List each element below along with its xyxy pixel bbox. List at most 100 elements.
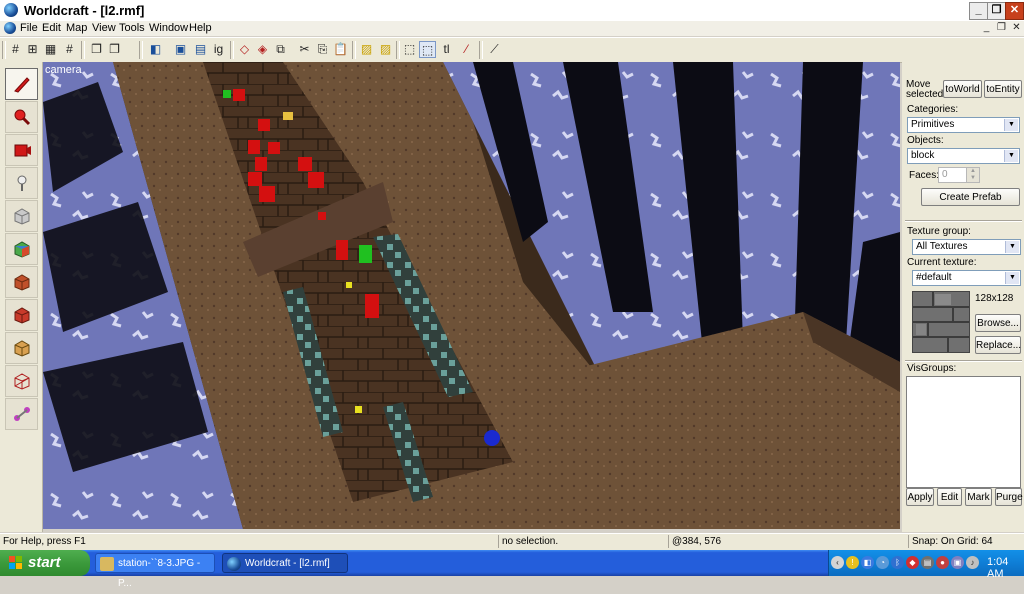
check-problems-icon[interactable]: ◧: [147, 41, 164, 58]
current-texture-dropdown[interactable]: #default ▼: [912, 270, 1021, 286]
texture-preview: [912, 291, 970, 353]
vertex-manipulation-tool[interactable]: [5, 398, 38, 430]
network-icon[interactable]: ◧: [861, 556, 874, 569]
visgroups-label: VisGroups:: [907, 363, 957, 374]
minimize-button[interactable]: _: [969, 2, 988, 20]
taskbar-item-paint[interactable]: station-``8-3.JPG - P...: [95, 553, 215, 589]
toolbar-ig-label[interactable]: ig: [210, 41, 227, 58]
entity-pin-icon: [17, 175, 26, 191]
paste-icon[interactable]: 📋: [332, 41, 349, 58]
categories-label: Categories:: [907, 104, 959, 115]
to-entity-button[interactable]: toEntity: [984, 80, 1022, 98]
group-icon[interactable]: ◇: [236, 41, 253, 58]
security-shield-icon[interactable]: !: [846, 556, 859, 569]
tool-palette: [0, 62, 43, 532]
grid-larger-icon[interactable]: #: [61, 41, 78, 58]
menu-map[interactable]: Map: [66, 22, 87, 34]
menu-tools[interactable]: Tools: [119, 22, 145, 34]
hide-objects-icon[interactable]: ⧉: [272, 41, 289, 58]
move-selected-label-2: selected:: [906, 89, 947, 100]
taskbar: start station-``8-3.JPG - P... Worldcraf…: [0, 550, 1024, 589]
mdi-close-button[interactable]: ✕: [1010, 22, 1023, 34]
create-prefab-button[interactable]: Create Prefab: [921, 188, 1020, 206]
selection-tool[interactable]: [5, 68, 38, 100]
antivirus-icon[interactable]: ◔: [876, 556, 889, 569]
printer-icon[interactable]: ▤: [921, 556, 934, 569]
taskbar-item-worldcraft[interactable]: Worldcraft - [l2.rmf]: [222, 553, 348, 573]
selection-arrow-icon: [13, 77, 30, 93]
menu-help[interactable]: Help: [189, 22, 212, 34]
clock[interactable]: 1:04 AM: [987, 556, 1024, 580]
categories-dropdown[interactable]: Primitives ▼: [907, 117, 1020, 133]
media-icon[interactable]: ●: [936, 556, 949, 569]
current-texture-label: Current texture:: [907, 257, 977, 268]
visgroups-list[interactable]: [906, 376, 1021, 488]
document-icon[interactable]: [4, 22, 16, 34]
mark-button[interactable]: Mark: [965, 488, 992, 506]
map-info-icon[interactable]: ▤: [192, 41, 209, 58]
windows-cascade-icon[interactable]: ❐: [88, 41, 105, 58]
replace-button[interactable]: Replace...: [975, 336, 1021, 354]
current-texture-value: #default: [916, 272, 952, 283]
decal-tool[interactable]: [5, 332, 38, 364]
windows-tile-icon[interactable]: ❐: [106, 41, 123, 58]
menu-window[interactable]: Window: [149, 22, 188, 34]
texture-lock-icon[interactable]: ⬚: [401, 41, 418, 58]
decal-cube-icon: [14, 340, 29, 357]
block-tool[interactable]: [5, 200, 38, 232]
menu-edit[interactable]: Edit: [42, 22, 61, 34]
viewport-camera-label: camera: [45, 64, 82, 76]
texture-cube-icon: [14, 274, 29, 291]
magnify-tool[interactable]: [5, 101, 38, 133]
replace-texture-tool[interactable]: [5, 299, 38, 331]
transform-icon[interactable]: ⟋: [486, 41, 503, 58]
status-bar: For Help, press F1 no selection. @384, 5…: [0, 533, 1024, 550]
purge-button[interactable]: Purge: [995, 488, 1023, 506]
tray-expand-icon[interactable]: ‹: [831, 556, 844, 569]
grid-smaller-icon[interactable]: ▦: [42, 41, 59, 58]
toolbar: # ⊞ ▦ # ❐ ❐ ◧ ▣ ▤ ig ◇ ◈ ⧉ ✂ ⎘ 📋 ▨ ▨ ⬚ ⬚…: [0, 37, 1024, 63]
camera-tool[interactable]: [5, 134, 38, 166]
menu-file[interactable]: File: [20, 22, 38, 34]
browse-button[interactable]: Browse...: [975, 314, 1021, 332]
close-button[interactable]: ✕: [1005, 2, 1024, 20]
volume-icon[interactable]: ♪: [966, 556, 979, 569]
faces-spinner[interactable]: ▲ ▼: [966, 167, 980, 183]
apply-texture-tool[interactable]: [5, 266, 38, 298]
shield-icon[interactable]: ◆: [906, 556, 919, 569]
to-world-button[interactable]: toWorld: [943, 80, 982, 98]
magnify-icon: [14, 109, 30, 126]
menu-view[interactable]: View: [92, 22, 116, 34]
entity-tool[interactable]: [5, 167, 38, 199]
system-tray: ‹ ! ◧ ◔ ᛒ ◆ ▤ ● ▣ ♪ 1:04 AM: [828, 550, 1024, 580]
carve-icon[interactable]: ▨: [358, 41, 375, 58]
restore-button[interactable]: ❐: [987, 2, 1006, 20]
hollow-icon[interactable]: ▨: [377, 41, 394, 58]
entity-icon[interactable]: ⁄: [458, 41, 475, 58]
texture-group-dropdown[interactable]: All Textures ▼: [912, 239, 1021, 255]
worldcraft-app-icon[interactable]: [4, 3, 18, 17]
objects-dropdown[interactable]: block ▼: [907, 148, 1020, 164]
faces-label: Faces:: [909, 170, 940, 181]
grid-3d-icon[interactable]: ⊞: [24, 41, 41, 58]
ungroup-icon[interactable]: ◈: [254, 41, 271, 58]
mdi-restore-button[interactable]: ❐: [995, 22, 1008, 34]
clipping-tool[interactable]: [5, 365, 38, 397]
camera-viewport[interactable]: camera: [43, 62, 900, 529]
selection-box-icon[interactable]: ⬚: [419, 41, 436, 58]
objects-label: Objects:: [907, 135, 944, 146]
bluetooth-icon[interactable]: ᛒ: [891, 556, 904, 569]
texture-group-label: Texture group:: [907, 226, 971, 237]
mdi-minimize-button[interactable]: _: [980, 22, 993, 34]
run-map-icon[interactable]: ▣: [172, 41, 189, 58]
title-bar[interactable]: Worldcraft - [l2.rmf] _ ❐ ✕: [0, 0, 1024, 22]
grid-toggle-icon[interactable]: #: [7, 41, 24, 58]
start-button[interactable]: start: [0, 550, 90, 576]
cut-icon[interactable]: ✂: [296, 41, 313, 58]
edit-button[interactable]: Edit: [937, 488, 962, 506]
apply-button[interactable]: Apply: [906, 488, 934, 506]
display-icon[interactable]: ▣: [951, 556, 964, 569]
toolbar-tl-label[interactable]: tl: [438, 41, 455, 58]
texture-application-tool[interactable]: [5, 233, 38, 265]
copy-icon[interactable]: ⎘: [314, 41, 331, 58]
